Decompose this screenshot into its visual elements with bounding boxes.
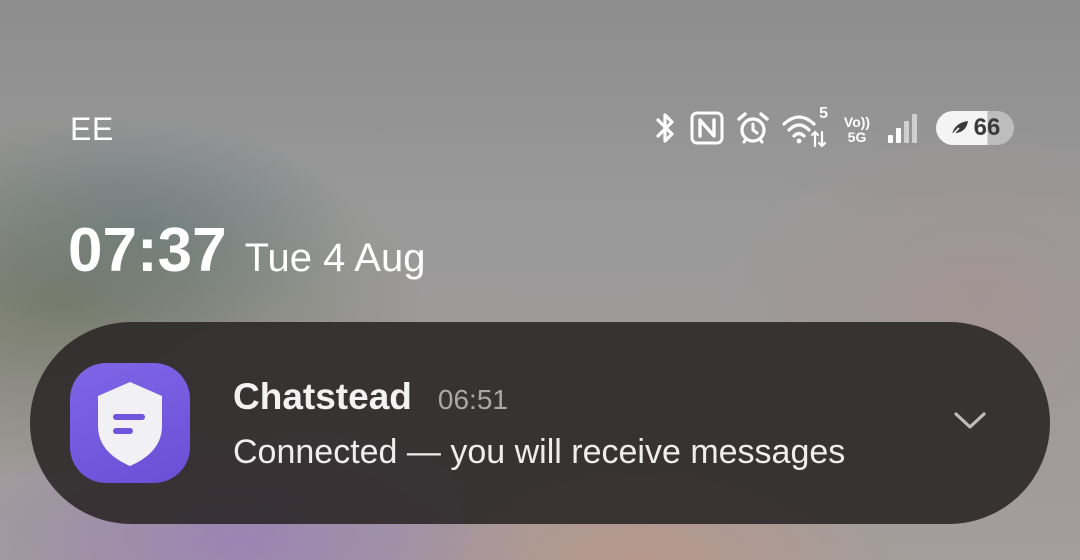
chevron-down-icon[interactable] [952, 406, 988, 436]
lock-screen-clock: 07:37 Tue 4 Aug [68, 216, 425, 286]
battery-level: 66 [973, 114, 1001, 141]
notification-message: Connected — you will receive messages [233, 433, 846, 471]
clock-time: 07:37 [68, 216, 227, 285]
notification-header: Chatstead 06:51 [233, 376, 933, 420]
status-icons: 5 Vo)) 5G 66 [652, 105, 1014, 148]
shield-message-icon [70, 363, 190, 483]
wifi-band-label: 5 [819, 105, 828, 122]
notification-card[interactable]: Chatstead 06:51 Connected — you will rec… [30, 322, 1050, 524]
status-bar: EE 5 Vo)) 5G 66 [0, 0, 1080, 160]
notification-app-name: Chatstead [233, 376, 412, 417]
volte-5g-icon: Vo)) 5G [840, 108, 874, 148]
battery-icon: 66 [936, 111, 1014, 145]
notification-content: Chatstead 06:51 Connected — you will rec… [233, 376, 933, 472]
bluetooth-icon [652, 111, 678, 145]
alarm-icon [736, 111, 770, 145]
volte-label: Vo)) [843, 114, 871, 130]
carrier-name: EE [70, 111, 114, 147]
network-type-label: 5G [847, 129, 867, 145]
clock-date: Tue 4 Aug [244, 236, 426, 280]
power-saving-leaf-icon [950, 119, 970, 137]
wifi-icon: 5 [782, 105, 828, 148]
notification-time: 06:51 [437, 384, 508, 415]
nfc-icon [690, 111, 724, 145]
signal-icon [886, 111, 920, 145]
